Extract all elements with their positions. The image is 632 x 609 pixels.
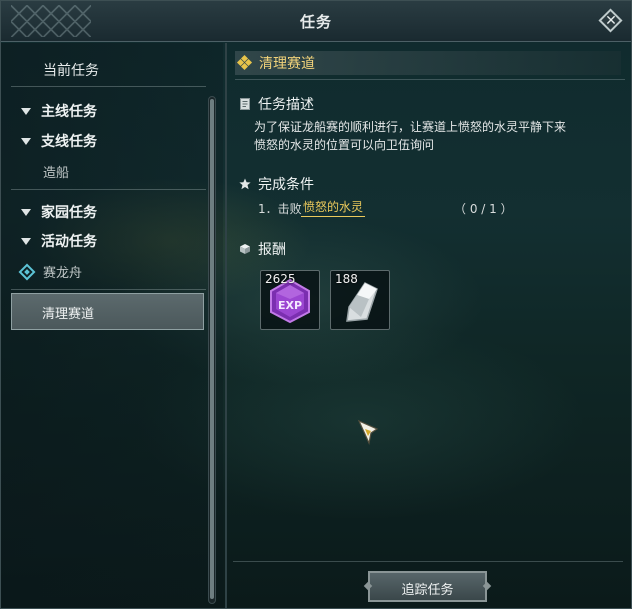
quest-window: 任务 ✕ 当前任务 主线任务 支线任务 造船 家园任务 活动任务 赛龙舟 清理赛… xyxy=(0,0,632,609)
chevron-down-icon xyxy=(21,237,31,245)
divider xyxy=(235,79,625,80)
sidebar-current-quests[interactable]: 当前任务 xyxy=(43,60,99,80)
quest-title: 清理赛道 xyxy=(259,56,315,72)
divider xyxy=(233,561,623,562)
sidebar-section-event[interactable]: 活动任务 xyxy=(21,231,97,251)
close-button[interactable]: ✕ xyxy=(598,8,623,33)
mouse-cursor-icon xyxy=(357,419,379,445)
sidebar-section-side[interactable]: 支线任务 xyxy=(21,131,97,151)
sidebar-item-clear-track[interactable]: 清理赛道 xyxy=(11,293,204,330)
document-icon xyxy=(240,98,250,110)
chevron-down-icon xyxy=(21,208,31,216)
condition-label: 1．击败 xyxy=(258,202,302,216)
window-title: 任务 xyxy=(299,13,332,31)
quest-list-sidebar: 当前任务 主线任务 支线任务 造船 家园任务 活动任务 赛龙舟 清理赛道 xyxy=(1,43,223,608)
quest-header: 清理赛道 xyxy=(235,51,621,75)
event-diamond-icon xyxy=(18,263,36,281)
conditions-heading: 完成条件 xyxy=(258,177,314,193)
chevron-down-icon xyxy=(21,107,31,115)
reward-box-icon xyxy=(240,244,250,254)
quest-detail-panel: 清理赛道 任务描述 为了保证龙船赛的顺利进行，让赛道上愤怒的水灵平静下来 愤怒的… xyxy=(227,43,631,608)
chevron-down-icon xyxy=(21,137,31,145)
reward-slot-ore[interactable]: 188 xyxy=(330,270,390,330)
quest-diamond-icon xyxy=(236,54,253,71)
sidebar-item-shipbuilding[interactable]: 造船 xyxy=(43,162,69,181)
divider xyxy=(11,86,206,87)
condition-progress: （ 0 / 1 ） xyxy=(454,202,513,216)
quest-description: 为了保证龙船赛的顺利进行，让赛道上愤怒的水灵平静下来 愤怒的水灵的位置可以向卫伍… xyxy=(254,120,567,152)
reward-count: 188 xyxy=(335,272,358,286)
title-bar: 任务 ✕ xyxy=(1,1,631,42)
svg-text:EXP: EXP xyxy=(278,299,302,312)
reward-count: 2625 xyxy=(265,272,296,286)
description-heading: 任务描述 xyxy=(258,97,314,113)
sidebar-section-home[interactable]: 家园任务 xyxy=(21,202,97,222)
track-quest-button[interactable]: 追踪任务 xyxy=(368,571,487,602)
star-icon xyxy=(239,178,251,190)
sidebar-scrollbar[interactable] xyxy=(208,96,216,604)
rewards-heading: 报酬 xyxy=(258,242,286,258)
condition-target-link[interactable]: 愤怒的水灵 xyxy=(301,198,366,217)
scrollbar-thumb[interactable] xyxy=(210,99,214,599)
sidebar-item-dragon-boat[interactable]: 赛龙舟 xyxy=(43,262,82,281)
sidebar-section-main[interactable]: 主线任务 xyxy=(21,101,97,121)
reward-slot-exp[interactable]: EXP 2625 xyxy=(260,270,320,330)
divider xyxy=(11,189,206,190)
divider xyxy=(11,289,206,290)
